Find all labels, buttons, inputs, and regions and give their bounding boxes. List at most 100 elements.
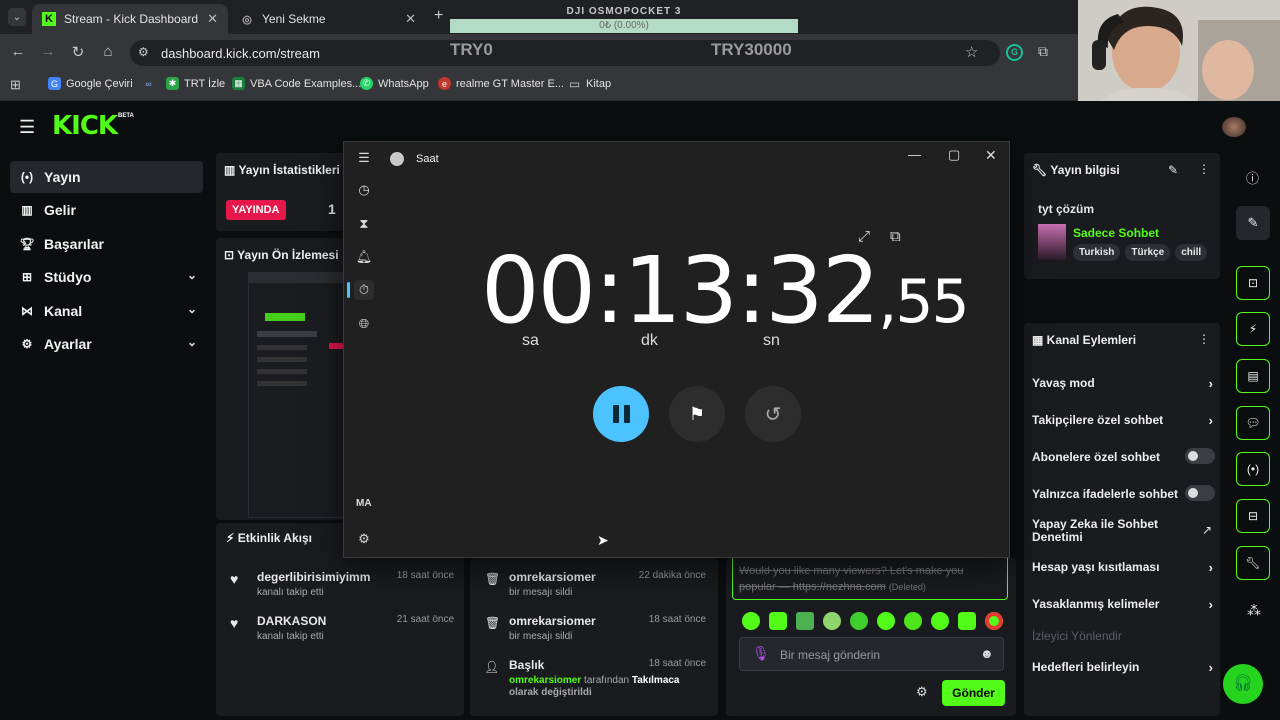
close-icon[interactable]: ✕ [985, 147, 997, 164]
preview-row [257, 381, 307, 386]
tag-chip[interactable]: chill [1175, 244, 1208, 261]
action-banned-words[interactable]: Yasaklanmış kelimeler › [1032, 597, 1217, 612]
emote-icon[interactable] [958, 612, 976, 630]
reset-button[interactable]: ↺ [745, 386, 801, 442]
sidebar-item-gelir[interactable]: ▥ Gelir [10, 194, 203, 226]
bookmark-kitap[interactable]: ▭ Kitap [568, 77, 611, 91]
emote-icon[interactable] [769, 612, 787, 630]
wrench-icon[interactable]: 🔧︎ [1236, 546, 1270, 580]
flag-icon: ⚑ [688, 403, 706, 424]
apps-grid-icon[interactable]: ⊞ [10, 77, 21, 93]
bookmark-whatsapp[interactable]: ✆ WhatsApp [360, 77, 429, 90]
lightning-icon[interactable]: ⚡︎ [1236, 312, 1270, 346]
share-nodes-icon[interactable]: ⁂ [1247, 602, 1261, 619]
bookmark-generic[interactable]: ∞ [142, 77, 160, 90]
close-tab-icon[interactable]: ✕ [207, 11, 218, 27]
action-label: Yavaş mod [1032, 376, 1095, 390]
bookmark-google-translate[interactable]: G Google Çeviri [48, 77, 133, 90]
bookmark-realme[interactable]: e realme GT Master E... [438, 77, 564, 90]
emote-icon[interactable] [742, 612, 760, 630]
support-headset-icon[interactable]: 🎧︎ [1223, 664, 1263, 704]
action-account-age[interactable]: Hesap yaşı kısıtlaması › [1032, 560, 1217, 575]
lap-flag-button[interactable]: ⚑ [669, 386, 725, 442]
minimize-icon[interactable]: — [908, 147, 921, 162]
kick-logo[interactable]: KICK [52, 111, 118, 141]
list-item: ♥ DARKASON kanalı takip etti 21 saat önc… [228, 614, 454, 642]
chat-settings-gear-icon[interactable]: ⚙ [916, 684, 928, 700]
activity-panel-title: ⚡︎ Etkinlik Akışı [226, 531, 312, 545]
back-arrow-icon[interactable]: ← [8, 43, 28, 60]
maximize-icon[interactable]: ▢ [948, 147, 960, 163]
external-link-icon[interactable]: ↗ [1202, 523, 1212, 537]
home-icon[interactable]: ⌂ [98, 43, 118, 60]
address-bar[interactable]: ⚙ dashboard.kick.com/stream [130, 40, 1000, 66]
emote-icon[interactable] [796, 612, 814, 630]
bookmark-vba[interactable]: ▦ VBA Code Examples... [232, 77, 361, 90]
more-options-icon[interactable]: ⋮ [1198, 332, 1210, 346]
forward-arrow-icon[interactable]: → [38, 43, 58, 60]
hourglass-timer-icon[interactable]: ⧗ [354, 214, 374, 234]
sidebar-item-basarilar[interactable]: 🏆︎ Başarılar [10, 228, 203, 260]
microphone-icon[interactable]: 🎙︎ [752, 645, 770, 662]
preview-icon[interactable]: ⊡ [1236, 266, 1270, 300]
hamburger-menu-icon[interactable]: ☰ [19, 117, 35, 138]
site-info-icon[interactable]: ⚙ [138, 45, 149, 59]
more-options-icon[interactable]: ⋮ [1198, 162, 1210, 176]
action-followers-only[interactable]: Takipçilere özel sohbet › [1032, 413, 1217, 428]
chat-bubble-icon[interactable]: 💬︎ [1236, 406, 1270, 440]
emote-icon[interactable] [823, 612, 841, 630]
edit-pencil-icon[interactable]: ✎ [1236, 206, 1270, 240]
stream-stats-panel: ▥ Yayın İstatistikleri YAYINDA 1 [216, 153, 348, 231]
sidebar-item-studyo[interactable]: ⊞ Stüdyo ⌄ [10, 261, 203, 293]
sidebar-item-kanal[interactable]: ⋈ Kanal ⌄ [10, 295, 203, 327]
bookmark-trt-izle[interactable]: ✱ TRT İzle [166, 77, 225, 90]
user-avatar[interactable] [1222, 117, 1246, 137]
world-clock-icon[interactable]: 🌐︎ [354, 314, 374, 334]
edit-pencil-icon[interactable]: ✎ [1168, 163, 1178, 177]
subscribers-only-toggle[interactable] [1185, 448, 1215, 464]
send-button[interactable]: Gönder [942, 680, 1005, 706]
emote-icon[interactable] [850, 612, 868, 630]
pause-button[interactable] [593, 386, 649, 442]
emote-only-toggle[interactable] [1185, 485, 1215, 501]
emote-icon[interactable] [985, 612, 1003, 630]
tag-chip[interactable]: Turkish [1073, 244, 1121, 261]
grammarly-extension-icon[interactable]: G [1006, 44, 1023, 61]
alarm-bell-icon[interactable]: 🔔︎ [354, 247, 374, 267]
settings-gear-icon[interactable]: ⚙ [354, 529, 374, 549]
tag-list: Turkish Türkçe chill [1073, 244, 1208, 261]
users-icon[interactable]: ⊟ [1236, 499, 1270, 533]
info-icon[interactable]: ⓘ [1246, 168, 1259, 187]
action-set-goals[interactable]: Hedefleri belirleyin › [1032, 660, 1217, 675]
stopwatch-icon[interactable]: ⏱︎ [354, 280, 374, 300]
tag-chip[interactable]: Türkçe [1125, 244, 1171, 261]
action-slow-mode[interactable]: Yavaş mod › [1032, 376, 1217, 391]
tab-new-tab[interactable]: ◎ Yeni Sekme ✕ [230, 4, 426, 34]
hamburger-menu-icon[interactable]: ☰ [354, 148, 374, 168]
emote-icon[interactable] [931, 612, 949, 630]
stream-category[interactable]: Sadece Sohbet [1073, 226, 1159, 240]
emote-icon[interactable] [877, 612, 895, 630]
tab-kick-dashboard[interactable]: K Stream - Kick Dashboard ✕ [32, 4, 228, 34]
whatsapp-icon: ✆ [360, 77, 373, 90]
bookmark-star-icon[interactable]: ☆ [965, 43, 978, 61]
chat-message-input[interactable]: 🎙︎ Bir mesaj gönderin ☻ [739, 637, 1004, 671]
user-initials-avatar[interactable]: MA [356, 498, 372, 509]
sidebar-item-yayin[interactable]: (•) Yayın [10, 161, 203, 193]
broadcast-icon[interactable]: (•) [1236, 452, 1270, 486]
new-tab-plus-icon[interactable]: + [434, 7, 443, 25]
extensions-puzzle-icon[interactable]: ⧉ [1038, 43, 1048, 60]
emoji-picker-icon[interactable]: ☻ [980, 646, 994, 661]
sidebar-item-ayarlar[interactable]: ⚙ Ayarlar ⌄ [10, 328, 203, 360]
emote-icon[interactable] [904, 612, 922, 630]
focus-timer-icon[interactable]: ◷ [354, 180, 374, 200]
kick-favicon-icon: K [42, 12, 56, 26]
document-icon[interactable]: ▤ [1236, 359, 1270, 393]
reload-icon[interactable]: ↻ [68, 43, 88, 61]
preview-panel-title: ⊡ Yayın Ön İzlemesi [224, 248, 339, 262]
preview-video-thumbnail[interactable] [248, 272, 349, 518]
action-ai-moderation[interactable]: Yapay Zeka ile Sohbet Denetimi [1032, 518, 1182, 544]
close-tab-icon[interactable]: ✕ [405, 11, 416, 27]
broadcast-icon: (•) [20, 170, 34, 184]
tab-search-icon[interactable]: ⌄ [8, 8, 26, 26]
